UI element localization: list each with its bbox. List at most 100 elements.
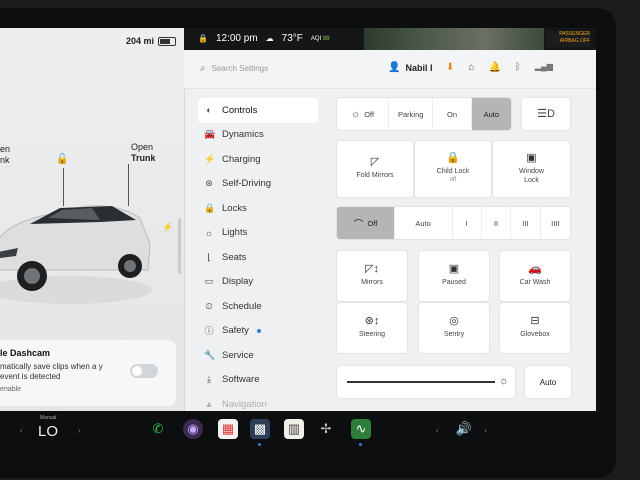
- glovebox-button[interactable]: ⊟ Glovebox: [499, 302, 571, 354]
- status-info: 🔒 12:00 pm ☁ 73°F AQI 88: [198, 33, 330, 44]
- child-lock-icon: 🔒: [446, 151, 460, 164]
- sidebar-item-software[interactable]: ⤓ Software: [198, 368, 318, 393]
- lock-status-icon: 🔒: [198, 34, 208, 43]
- unlock-icon[interactable]: 🔓: [56, 154, 68, 165]
- sidebar-item-seats[interactable]: ⌊ Seats: [198, 245, 318, 270]
- headlights-on-button[interactable]: On: [433, 98, 472, 130]
- dashcam-card: le Dashcam matically save clips when a y…: [0, 340, 176, 406]
- download-icon[interactable]: ⬇: [446, 62, 454, 73]
- sidebar-item-controls[interactable]: ◐ Controls: [198, 98, 318, 123]
- temp-down-chevron-icon[interactable]: ‹: [20, 426, 23, 435]
- brightness-auto-label: Auto: [539, 377, 557, 387]
- sidebar-item-lights[interactable]: ☼ Lights: [198, 221, 318, 246]
- clock-icon: ⏲: [205, 300, 213, 311]
- wiper-speed-2-button[interactable]: II: [482, 207, 512, 239]
- user-profile[interactable]: 👤 Nabil I: [388, 62, 432, 73]
- toybox-icon[interactable]: ▩: [250, 419, 270, 439]
- camera-app-icon[interactable]: ◉: [183, 419, 203, 439]
- sidebar-item-service[interactable]: 🔧 Service: [198, 343, 318, 368]
- panel-scrollbar[interactable]: [178, 218, 181, 274]
- open-trunk-button[interactable]: Open Trunk: [131, 142, 156, 164]
- wiper-auto-button[interactable]: Auto: [395, 207, 453, 239]
- wiper-speed-1-label: I: [465, 218, 468, 228]
- trunk-label-line1: Open: [131, 142, 154, 152]
- sidebar-item-charging[interactable]: ⚡ Charging: [198, 147, 318, 172]
- sidebar-item-display[interactable]: ▭ Display: [198, 270, 318, 295]
- brightness-track[interactable]: [347, 381, 495, 383]
- wiper-icon: ⌒: [353, 219, 364, 231]
- sidebar-item-label: Dynamics: [222, 129, 264, 141]
- search-input[interactable]: Search Settings: [212, 64, 268, 73]
- climate-mode-label: Manual: [40, 415, 57, 421]
- sidebar-item-self-driving[interactable]: ⊛ Self-Driving: [198, 172, 318, 197]
- profile-icon: 👤: [388, 62, 401, 73]
- airbag-line2: AIRBAG OFF: [559, 38, 590, 44]
- glovebox-icon: ⊟: [530, 315, 540, 327]
- mirror-icon: ◸: [370, 156, 380, 168]
- car-wash-button[interactable]: 🚗 Car Wash: [499, 250, 571, 302]
- sidebar-item-label: Charging: [222, 153, 261, 165]
- bluetooth-icon[interactable]: ᛒ: [515, 62, 521, 73]
- wrench-icon: 🔧: [204, 349, 216, 360]
- headlights-auto-label: Auto: [483, 109, 500, 119]
- steering-label: Steering: [358, 331, 386, 338]
- headlights-auto-button[interactable]: Auto: [471, 98, 511, 130]
- sidebar-item-dynamics[interactable]: 🚘 Dynamics: [198, 123, 318, 148]
- trunk-label-line2: Trunk: [131, 153, 156, 163]
- cabin-temp-display[interactable]: Manual LO: [38, 415, 58, 440]
- sidebar-item-schedule[interactable]: ⏲ Schedule: [198, 294, 318, 319]
- calendar-icon[interactable]: ▦: [218, 419, 238, 439]
- wiper-speed-4-button[interactable]: IIII: [541, 207, 570, 239]
- open-frunk-label[interactable]: en nk: [0, 144, 10, 166]
- range-text: 204 mi: [125, 36, 154, 46]
- battery-icon: [158, 36, 176, 46]
- phone-icon[interactable]: ✆: [148, 419, 168, 439]
- wiper-speed-3-button[interactable]: III: [511, 207, 541, 239]
- dashcam-description: matically save clips when a y event is d…: [0, 362, 103, 381]
- sidebar-item-navigation[interactable]: ▲ Navigation: [198, 392, 318, 411]
- temp-up-chevron-icon[interactable]: ›: [78, 426, 81, 435]
- sidebar-item-label: Software: [222, 374, 260, 386]
- dashcam-paused-button[interactable]: ▣ Paused: [418, 250, 490, 302]
- sidebar-item-label: Schedule: [222, 300, 262, 312]
- sentry-mode-button[interactable]: ◎ Sentry: [418, 302, 490, 354]
- active-app-indicator: [258, 443, 261, 446]
- child-lock-button[interactable]: 🔒 Child Lock off: [414, 140, 492, 198]
- volume-up-chevron-icon[interactable]: ›: [484, 426, 487, 435]
- paused-label: Paused: [442, 279, 466, 286]
- brightness-auto-button[interactable]: Auto: [524, 365, 572, 399]
- mini-map[interactable]: [364, 28, 544, 50]
- garage-icon[interactable]: ⌂: [468, 62, 474, 73]
- frunk-label-line2: nk: [0, 155, 10, 165]
- fan-icon[interactable]: ✢: [316, 419, 336, 439]
- dashcam-enable-text: enable: [0, 386, 22, 393]
- sentry-label: Sentry: [443, 331, 465, 338]
- sidebar-item-safety[interactable]: ⓘ Safety: [198, 319, 318, 344]
- safety-alert-dot: [256, 328, 261, 333]
- volume-down-chevron-icon[interactable]: ‹: [436, 426, 439, 435]
- headlights-parking-button[interactable]: Parking: [389, 98, 434, 130]
- sidebar-item-label: Navigation: [222, 398, 267, 410]
- auto-high-beam-button[interactable]: ☰D: [521, 97, 571, 131]
- search-settings[interactable]: ⌕ Search Settings: [200, 63, 268, 74]
- wiper-speed-1-button[interactable]: I: [453, 207, 482, 239]
- brightness-slider[interactable]: ☼: [336, 365, 516, 399]
- camera-icon: ▣: [448, 263, 460, 275]
- car-icon: 🚘: [204, 129, 216, 140]
- headlights-off-button[interactable]: ☼ Off: [337, 98, 390, 130]
- steering-adjust-button[interactable]: ⊛↕ Steering: [336, 302, 408, 354]
- volume-icon[interactable]: 🔊: [454, 419, 474, 439]
- sentry-icon: ◎: [449, 315, 459, 327]
- dashcam-toggle[interactable]: [130, 364, 158, 378]
- display-icon: ▭: [204, 276, 214, 287]
- mirrors-adjust-button[interactable]: ◸↕ Mirrors: [336, 250, 408, 302]
- energy-graph-icon[interactable]: ∿: [351, 419, 371, 439]
- manual-notes-icon[interactable]: ▥: [284, 419, 304, 439]
- notification-bell-icon[interactable]: 🔔: [488, 62, 500, 73]
- wiper-off-button[interactable]: ⌒ Off: [337, 207, 395, 239]
- sidebar-item-locks[interactable]: 🔒 Locks: [198, 196, 318, 221]
- window-lock-button[interactable]: ▣ Window Lock: [492, 140, 571, 198]
- charge-port-icon[interactable]: ⚡: [162, 222, 173, 233]
- fold-mirrors-button[interactable]: ◸ Fold Mirrors: [336, 140, 414, 198]
- info-icon: ⓘ: [204, 326, 214, 337]
